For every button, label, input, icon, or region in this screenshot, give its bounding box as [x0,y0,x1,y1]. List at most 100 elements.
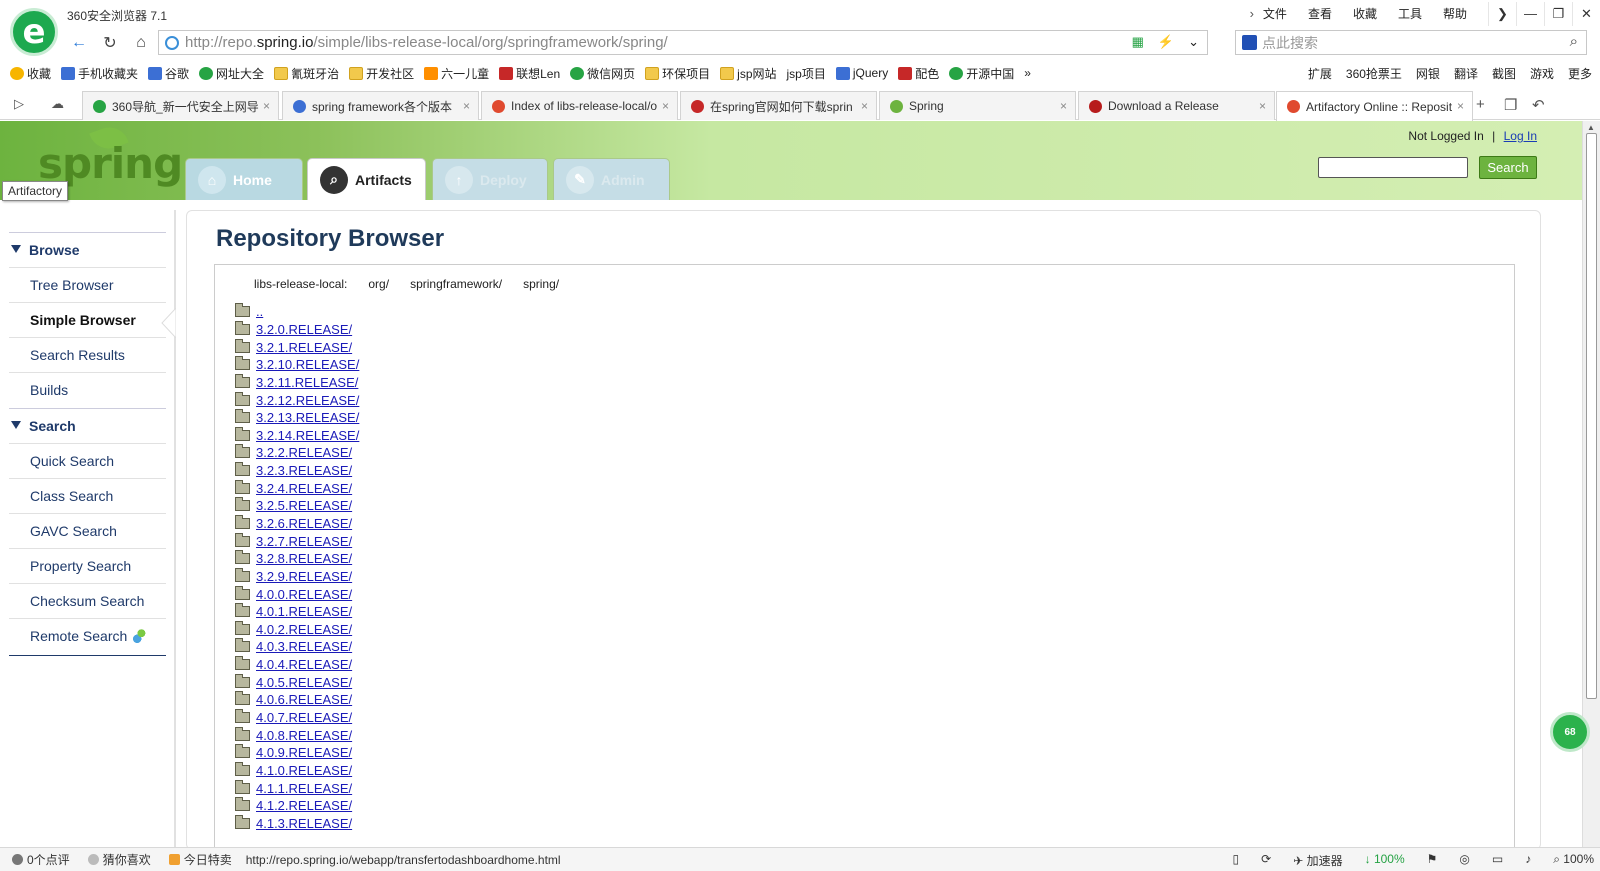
breadcrumb-org[interactable]: org/ [368,277,389,291]
sidebar-item-simple-browser[interactable]: Simple Browser [9,302,166,337]
directory-link[interactable]: 3.2.9.RELEASE/ [256,569,352,584]
directory-link[interactable]: 4.0.2.RELEASE/ [256,622,352,637]
bookmark-item[interactable]: 网址大全 [199,65,264,82]
directory-link[interactable]: 3.2.2.RELEASE/ [256,445,352,460]
directory-link[interactable]: 3.2.14.RELEASE/ [256,428,359,443]
directory-link[interactable]: .. [256,304,263,319]
bookmark-item[interactable]: 谷歌 [148,65,189,82]
bookmark-item[interactable]: jsp项目 [787,65,826,82]
sidebar-section-search[interactable]: Search [9,408,166,443]
directory-link[interactable]: 4.0.1.RELEASE/ [256,604,352,619]
directory-link[interactable]: 4.0.4.RELEASE/ [256,657,352,672]
toolbar-extension-item[interactable]: 游戏 [1530,65,1554,82]
menu-favorites[interactable]: 收藏 [1353,5,1377,22]
directory-link[interactable]: 4.0.3.RELEASE/ [256,639,352,654]
directory-link[interactable]: 3.2.6.RELEASE/ [256,516,352,531]
directory-link[interactable]: 3.2.13.RELEASE/ [256,410,359,425]
bookmark-item[interactable]: jQuery [835,66,888,80]
browser-tab[interactable]: Spring × [879,91,1076,120]
restore-tabs-icon[interactable]: ❐ [1504,96,1517,114]
directory-link[interactable]: 4.0.9.RELEASE/ [256,745,352,760]
toolbar-extension-item[interactable]: 翻译 [1454,65,1478,82]
sidebar-item-remote-search[interactable]: Remote Search [9,618,166,653]
directory-link[interactable]: 4.0.5.RELEASE/ [256,675,352,690]
back-arrow-icon[interactable]: ← [66,31,92,55]
directory-link[interactable]: 3.2.7.RELEASE/ [256,534,352,549]
bookmark-item[interactable]: 环保项目 [645,65,710,82]
status-guess[interactable]: 猜你喜欢 [87,851,151,868]
maximize-button[interactable]: ❐ [1544,1,1572,26]
toolbar-extension-item[interactable]: 扩展 [1308,65,1332,82]
dropdown-icon[interactable]: ⌄ [1188,34,1199,50]
browser-tab[interactable]: 在spring官网如何下载sprin × [680,91,877,120]
bookmark-item[interactable]: 氰斑牙治 [274,65,339,82]
directory-link[interactable]: 4.0.6.RELEASE/ [256,692,352,707]
header-search-button[interactable]: Search [1479,156,1537,179]
breadcrumb-springframework[interactable]: springframework/ [410,277,502,291]
close-tab-icon[interactable]: × [463,99,470,113]
zoom-level[interactable]: ⌕ 100% [1553,852,1594,869]
chevron-right-icon[interactable]: › [1250,6,1254,21]
close-tab-icon[interactable]: × [263,99,270,113]
bookmark-item[interactable]: 微信网页 [570,65,635,82]
floating-badge[interactable]: 68 [1550,712,1590,752]
bookmark-item[interactable]: 开源中国 [949,65,1014,82]
bookmark-item[interactable]: jsp网站 [720,65,777,82]
status-deals[interactable]: 今日特卖 [168,851,232,868]
baidu-icon[interactable] [1242,35,1257,50]
browser-tab[interactable]: Download a Release × [1078,91,1275,120]
cloud-icon[interactable]: ☁ [51,96,64,112]
menu-tools[interactable]: 工具 [1398,5,1422,22]
menu-help[interactable]: 帮助 [1443,5,1467,22]
directory-link[interactable]: 4.0.0.RELEASE/ [256,587,352,602]
breadcrumb-spring[interactable]: spring/ [523,277,559,291]
login-link[interactable]: Log In [1504,129,1537,143]
directory-link[interactable]: 4.1.3.RELEASE/ [256,816,352,831]
url-input[interactable]: http://repo.spring.io/simple/libs-releas… [158,30,1208,55]
scrollbar-thumb[interactable] [1586,133,1597,699]
browser-tab[interactable]: Index of libs-release-local/o × [481,91,678,120]
bookmark-item[interactable]: 联想Len [499,65,560,82]
directory-link[interactable]: 4.0.7.RELEASE/ [256,710,352,725]
search-icon[interactable]: ⌕ [1570,33,1578,50]
refresh-rate-icon[interactable]: ⟳ [1261,852,1271,869]
window-icon[interactable]: ▭ [1492,852,1503,869]
browser-tab[interactable]: spring framework各个版本 × [282,91,479,120]
browser-tab[interactable]: Artifactory Online :: Reposit × [1276,91,1473,121]
flag-icon[interactable]: ⚑ [1427,852,1438,869]
directory-link[interactable]: 3.2.4.RELEASE/ [256,481,352,496]
refresh-icon[interactable]: ↻ [97,31,123,55]
sidebar-item-property-search[interactable]: Property Search [9,548,166,583]
sidebar-item-builds[interactable]: Builds [9,372,166,407]
sound-icon[interactable]: ♪ [1525,852,1531,869]
menu-file[interactable]: 文件 [1263,5,1287,22]
sidebar-toggle-icon[interactable]: ▷ [14,96,24,112]
toolbar-extension-item[interactable]: 更多 [1568,65,1592,82]
close-tab-icon[interactable]: × [1060,99,1067,113]
menu-view[interactable]: 查看 [1308,5,1332,22]
close-tab-icon[interactable]: × [1259,99,1266,113]
browser-tab[interactable]: 360导航_新一代安全上网导 × [82,91,279,120]
bookmark-item[interactable]: 配色 [898,65,939,82]
close-tab-icon[interactable]: × [1457,99,1464,113]
toolbar-extension-item[interactable]: 360抢票王 [1346,65,1402,82]
scroll-up-icon[interactable]: ▲ [1587,123,1595,132]
new-tab-icon[interactable]: + [1476,96,1485,113]
browser-logo-icon[interactable]: e [10,8,58,56]
toolbar-extension-item[interactable]: 截图 [1492,65,1516,82]
minimize-button[interactable]: — [1516,1,1544,26]
directory-link[interactable]: 3.2.0.RELEASE/ [256,322,352,337]
bookmark-item[interactable]: 收藏 [10,65,51,82]
directory-link[interactable]: 4.1.2.RELEASE/ [256,798,352,813]
directory-link[interactable]: 3.2.1.RELEASE/ [256,340,352,355]
bookmark-item[interactable]: 开发社区 [349,65,414,82]
sidebar-item-checksum-search[interactable]: Checksum Search [9,583,166,618]
bookmark-item[interactable]: 手机收藏夹 [61,65,138,82]
sidebar-item-gavc-search[interactable]: GAVC Search [9,513,166,548]
more-bookmarks-icon[interactable]: » [1024,66,1031,80]
phone-icon[interactable]: ▯ [1233,852,1240,869]
directory-link[interactable]: 3.2.10.RELEASE/ [256,357,359,372]
directory-link[interactable]: 3.2.12.RELEASE/ [256,393,359,408]
skin-button[interactable]: ❯ [1488,1,1516,26]
close-window-button[interactable]: ✕ [1572,1,1600,26]
